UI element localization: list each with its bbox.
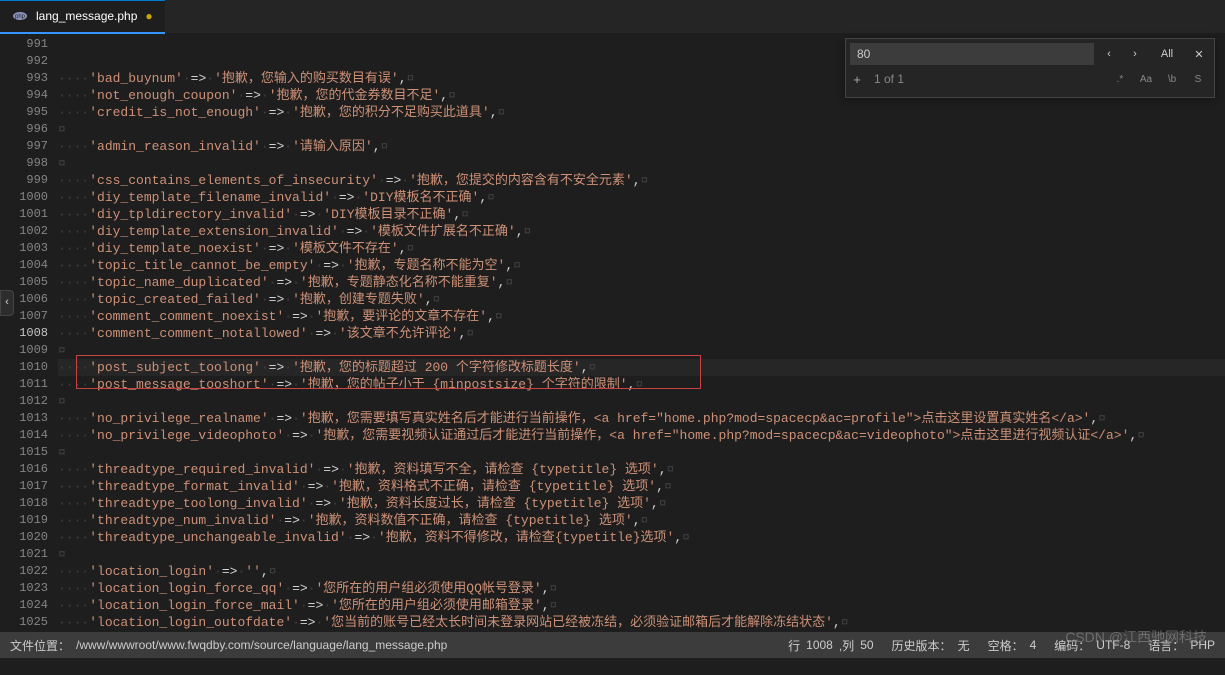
status-bar: 文件位置： /www/wwwroot/www.fwqdby.com/source… <box>0 632 1225 658</box>
status-history[interactable]: 历史版本： 无 <box>892 637 970 654</box>
code-line[interactable]: ¤ <box>58 155 1225 172</box>
selection-toggle[interactable]: S <box>1186 69 1210 89</box>
tab-filename: lang_message.php <box>36 9 137 23</box>
code-line[interactable]: ····'admin_reason_invalid'·=>·'请输入原因',¤ <box>58 138 1225 155</box>
code-line[interactable]: ¤ <box>58 342 1225 359</box>
code-line[interactable]: ····'location_login_succeed_mobile'·=>·'… <box>58 631 1225 632</box>
status-language[interactable]: 语言： PHP <box>1148 637 1215 654</box>
editor-area[interactable]: 9919929939949959969979989991000100110021… <box>0 34 1225 632</box>
svg-text:php: php <box>15 14 26 20</box>
code-line[interactable]: ····'threadtype_toolong_invalid'·=>·'抱歉，… <box>58 495 1225 512</box>
line-number-gutter: 9919929939949959969979989991000100110021… <box>0 34 58 632</box>
code-line[interactable]: ····'post_message_tooshort'·=>·'抱歉，您的帖子小… <box>58 376 1225 393</box>
code-line[interactable]: ····'threadtype_unchangeable_invalid'·=>… <box>58 529 1225 546</box>
code-line[interactable]: ····'post_subject_toolong'·=>·'抱歉，您的标题超过… <box>58 359 1225 376</box>
code-content[interactable]: ····'bad_buynum'·=>·'抱歉，您输入的购买数目有误',¤···… <box>58 34 1225 632</box>
code-line[interactable]: ¤ <box>58 546 1225 563</box>
code-line[interactable]: ····'diy_tpldirectory_invalid'·=>·'DIY模板… <box>58 206 1225 223</box>
status-file-path[interactable]: 文件位置： /www/wwwroot/www.fwqdby.com/source… <box>10 637 447 654</box>
find-replace-panel: ‹ › All ✕ + .* Aa \b S <box>845 38 1215 98</box>
code-line[interactable]: ····'credit_is_not_enough'·=>·'抱歉，您的积分不足… <box>58 104 1225 121</box>
find-mode-button[interactable]: All <box>1150 43 1184 65</box>
regex-toggle[interactable]: .* <box>1108 69 1132 89</box>
expand-replace-icon[interactable]: + <box>850 72 864 87</box>
fold-handle-icon[interactable]: ‹ <box>0 290 14 316</box>
code-line[interactable]: ····'topic_title_cannot_be_empty'·=>·'抱歉… <box>58 257 1225 274</box>
find-options: .* Aa \b S <box>1108 69 1210 89</box>
code-line[interactable]: ····'no_privilege_videophoto'·=>·'抱歉，您需要… <box>58 427 1225 444</box>
find-close-button[interactable]: ✕ <box>1188 43 1210 65</box>
find-prev-button[interactable]: ‹ <box>1098 43 1120 65</box>
find-count-display <box>868 68 1104 90</box>
code-line[interactable]: ····'no_privilege_realname'·=>·'抱歉，您需要填写… <box>58 410 1225 427</box>
code-line[interactable]: ····'threadtype_num_invalid'·=>·'抱歉，资料数值… <box>58 512 1225 529</box>
tab-bar: php lang_message.php ● <box>0 0 1225 34</box>
code-line[interactable]: ¤ <box>58 393 1225 410</box>
code-line[interactable]: ····'comment_comment_noexist'·=>·'抱歉，要评论… <box>58 308 1225 325</box>
code-line[interactable]: ····'comment_comment_notallowed'·=>·'该文章… <box>58 325 1225 342</box>
code-line[interactable]: ····'location_login_force_qq'·=>·'您所在的用户… <box>58 580 1225 597</box>
status-encoding[interactable]: 编码： UTF-8 <box>1054 637 1130 654</box>
code-line[interactable]: ····'threadtype_required_invalid'·=>·'抱歉… <box>58 461 1225 478</box>
code-line[interactable]: ····'location_login'·=>·'',¤ <box>58 563 1225 580</box>
tab-active[interactable]: php lang_message.php ● <box>0 0 165 34</box>
status-cursor-pos[interactable]: 行 1008 ,列 50 <box>788 637 873 654</box>
case-toggle[interactable]: Aa <box>1134 69 1158 89</box>
code-line[interactable]: ····'diy_template_extension_invalid'·=>·… <box>58 223 1225 240</box>
code-line[interactable]: ····'diy_template_filename_invalid'·=>·'… <box>58 189 1225 206</box>
code-line[interactable]: ····'topic_created_failed'·=>·'抱歉，创建专题失败… <box>58 291 1225 308</box>
modified-indicator-icon: ● <box>145 9 152 23</box>
find-input[interactable] <box>850 43 1094 65</box>
code-line[interactable]: ····'topic_name_duplicated'·=>·'抱歉，专题静态化… <box>58 274 1225 291</box>
word-toggle[interactable]: \b <box>1160 69 1184 89</box>
status-indent[interactable]: 空格： 4 <box>988 637 1037 654</box>
code-line[interactable]: ····'css_contains_elements_of_insecurity… <box>58 172 1225 189</box>
code-line[interactable]: ¤ <box>58 121 1225 138</box>
find-next-button[interactable]: › <box>1124 43 1146 65</box>
php-file-icon: php <box>12 8 28 24</box>
code-line[interactable]: ····'threadtype_format_invalid'·=>·'抱歉，资… <box>58 478 1225 495</box>
code-line[interactable]: ····'location_login_force_mail'·=>·'您所在的… <box>58 597 1225 614</box>
code-line[interactable]: ····'location_login_outofdate'·=>·'您当前的账… <box>58 614 1225 631</box>
code-line[interactable]: ····'diy_template_noexist'·=>·'模板文件不存在',… <box>58 240 1225 257</box>
code-line[interactable]: ¤ <box>58 444 1225 461</box>
